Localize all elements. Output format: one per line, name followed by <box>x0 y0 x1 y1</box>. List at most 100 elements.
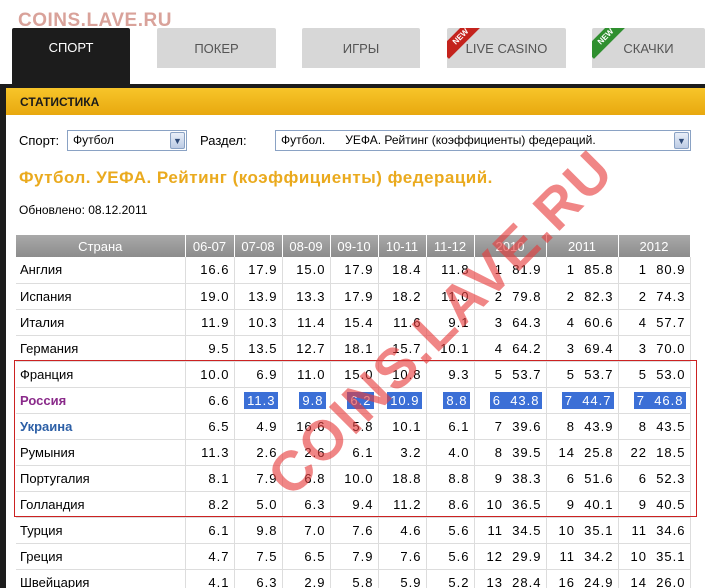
value-cell: 5.6 <box>426 517 475 544</box>
tab-live-casino[interactable]: NEW LIVE CASINO <box>447 28 566 68</box>
value-cell: 13.9 <box>234 283 283 310</box>
table-row: Италия 11.9 10.3 11.4 15.4 11.6 9.1 3 64.3 4 60.… <box>16 309 691 336</box>
value-cell: 14 26.0 <box>618 569 691 588</box>
tab-label: СПОРТ <box>48 40 94 55</box>
cell-value: 11 34.5 <box>487 522 542 538</box>
tab-label: СКАЧКИ <box>623 40 674 56</box>
cell-value: 17.9 <box>344 288 374 304</box>
value-cell: 17.9 <box>330 257 379 284</box>
cell-value: 4.1 <box>208 574 230 588</box>
section-select[interactable]: Футбол. УЕФА. Рейтинг (коэффициенты) фед… <box>275 130 691 151</box>
value-cell: 4 57.7 <box>618 309 691 336</box>
cell-value: 4.6 <box>400 522 422 538</box>
cell-value: 16 24.9 <box>558 574 614 588</box>
table-row: Греция 4.7 7.5 6.5 7.9 7.6 5.6 12 29.9 11 34.2 10… <box>16 543 691 570</box>
cell-value: 11 34.2 <box>559 548 614 564</box>
value-cell: 4 60.6 <box>546 309 619 336</box>
value-cell: 11.4 <box>282 309 331 336</box>
tab-poker[interactable]: ПОКЕР <box>157 28 276 68</box>
country-name: Германия <box>20 340 79 356</box>
sport-select-value: Футбол <box>73 133 114 147</box>
value-cell: 4.1 <box>185 569 235 588</box>
page-title: Футбол. УЕФА. Рейтинг (коэффициенты) фед… <box>19 168 493 187</box>
value-cell: 1 80.9 <box>618 257 691 284</box>
cell-value: 1 85.8 <box>566 262 614 278</box>
value-cell: 19.0 <box>185 283 235 310</box>
value-cell: 9.5 <box>185 335 235 362</box>
cell-value: 19.0 <box>200 288 230 304</box>
value-cell: 17.9 <box>234 257 283 284</box>
value-cell: 1 85.8 <box>546 257 619 284</box>
value-cell: 13 28.4 <box>474 569 547 588</box>
value-cell: 12.7 <box>282 335 331 362</box>
value-cell: 5.2 <box>426 569 475 588</box>
value-cell: 7.9 <box>330 543 379 570</box>
tab-label: ИГРЫ <box>342 40 380 56</box>
table-row: Англия 16.6 17.9 15.0 17.9 18.4 11.8 1 81.9 1 85… <box>16 257 691 284</box>
cell-value: 2 74.3 <box>638 288 686 304</box>
cell-value: 7.6 <box>352 522 374 538</box>
column-header: 09-10 <box>330 235 379 257</box>
value-cell: 15.4 <box>330 309 379 336</box>
cell-value: 15.0 <box>296 262 326 278</box>
value-cell: 6.3 <box>234 569 283 588</box>
value-cell: 10 35.1 <box>546 517 619 544</box>
country-name: Испания <box>20 288 72 304</box>
value-cell: 2 82.3 <box>546 283 619 310</box>
value-cell: 6.5 <box>282 543 331 570</box>
value-cell: 17.9 <box>330 283 379 310</box>
cell-value: 12 29.9 <box>486 548 542 564</box>
value-cell: 10.3 <box>234 309 283 336</box>
cell-value: 12.7 <box>296 340 326 356</box>
cell-value: 13.3 <box>296 288 326 304</box>
country-name: Швейцария <box>20 574 90 588</box>
cell-value: 7.9 <box>352 548 374 564</box>
value-cell: 3 70.0 <box>618 335 691 362</box>
cell-value: 3 70.0 <box>638 340 686 356</box>
country-name: Англия <box>20 262 63 278</box>
cell-value: 13.9 <box>248 288 278 304</box>
cell-value: 13 28.4 <box>486 574 542 588</box>
cell-value: 6.3 <box>256 574 278 588</box>
value-cell: 5.8 <box>330 569 379 588</box>
chevron-down-icon[interactable]: ▼ <box>170 132 185 149</box>
tab-sport[interactable]: СПОРТ <box>12 28 130 84</box>
cell-value: 4 64.2 <box>494 340 542 356</box>
value-cell: 13.5 <box>234 335 283 362</box>
value-cell: 5.6 <box>426 543 475 570</box>
tab-games[interactable]: ИГРЫ <box>302 28 420 68</box>
cell-value: 7.5 <box>256 548 278 564</box>
tab-label: ПОКЕР <box>194 40 239 56</box>
cell-value: 4 57.7 <box>638 314 686 330</box>
tab-label: LIVE CASINO <box>465 40 548 56</box>
value-cell: 10 35.1 <box>618 543 691 570</box>
cell-value: 2.9 <box>304 574 326 588</box>
value-cell: 16.6 <box>185 257 235 284</box>
tab-racing[interactable]: NEW СКАЧКИ <box>592 28 705 68</box>
value-cell: 18.4 <box>378 257 427 284</box>
cell-value: 1 80.9 <box>638 262 686 278</box>
country-cell: Англия <box>16 257 186 284</box>
column-header: Страна <box>16 235 186 257</box>
country-cell: Германия <box>16 335 186 362</box>
cell-value: 7.0 <box>304 522 326 538</box>
value-cell: 11 34.5 <box>474 517 547 544</box>
cell-value: 17.9 <box>248 262 278 278</box>
country-cell: Италия <box>16 309 186 336</box>
value-cell: 11 34.2 <box>546 543 619 570</box>
cell-value: 6.1 <box>208 522 230 538</box>
cell-value: 5.8 <box>352 574 374 588</box>
cell-value: 3 64.3 <box>494 314 542 330</box>
cell-value: 17.9 <box>344 262 374 278</box>
sport-select[interactable]: Футбол ▼ <box>67 130 187 151</box>
cell-value: 11 34.6 <box>631 522 686 538</box>
cell-value: 10 35.1 <box>630 548 686 564</box>
cell-value: 15.4 <box>344 314 374 330</box>
table-row: Швейцария 4.1 6.3 2.9 5.8 5.9 5.2 13 28.4 16 24.… <box>16 569 691 588</box>
chevron-down-icon[interactable]: ▼ <box>674 132 689 149</box>
cell-value: 11.9 <box>201 314 230 330</box>
cell-value: 14 26.0 <box>630 574 686 588</box>
country-cell: Греция <box>16 543 186 570</box>
cell-value: 2 82.3 <box>566 288 614 304</box>
country-cell: Турция <box>16 517 186 544</box>
